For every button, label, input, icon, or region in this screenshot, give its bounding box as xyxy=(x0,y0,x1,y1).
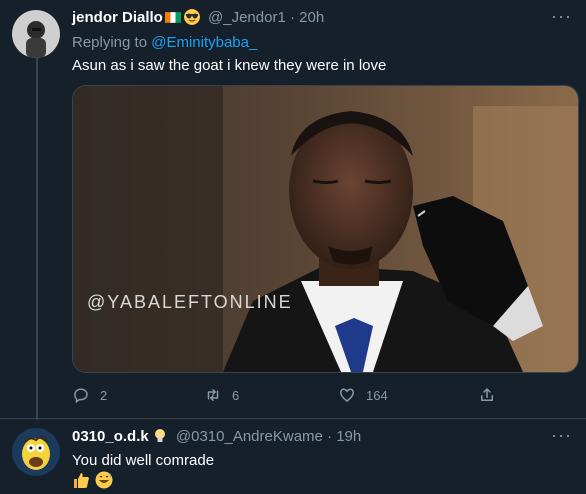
reply-icon xyxy=(74,388,88,404)
thumbs-up-emoji-icon xyxy=(74,473,89,488)
display-name[interactable]: jendor Diallo xyxy=(72,9,163,26)
replying-prefix: Replying to xyxy=(72,34,148,51)
tweet-jendor[interactable]: jendor Diallo @_Jendor1 · 20h ··· Replyi… xyxy=(0,0,586,418)
replying-handle-link[interactable]: @Eminitybaba_ xyxy=(151,34,257,51)
retweet-count: 6 xyxy=(232,387,240,403)
reply-button[interactable]: 2 xyxy=(72,381,107,409)
replying-to: Replying to @Eminitybaba_ xyxy=(72,34,257,51)
heart-icon xyxy=(340,388,354,402)
separator: · xyxy=(289,9,295,26)
tweet-actions: 2 6 164 xyxy=(72,381,512,409)
like-button[interactable]: 164 xyxy=(338,381,388,409)
retweet-icon xyxy=(207,389,219,401)
tweet-media-image[interactable]: @YABALEFTONLINE xyxy=(72,85,579,373)
ivory-coast-flag-icon xyxy=(164,12,181,23)
more-options-button[interactable]: ··· xyxy=(551,425,572,446)
handle[interactable]: @_Jendor1 xyxy=(208,9,286,26)
sunglasses-emoji-icon xyxy=(183,9,200,25)
retweet-button[interactable]: 6 xyxy=(204,381,239,409)
avatar-jendor[interactable] xyxy=(12,10,60,58)
tweet-text: Asun as i saw the goat i knew they were … xyxy=(72,57,387,74)
grinning-sweat-emoji-icon xyxy=(95,471,113,489)
display-name[interactable]: 0310_o.d.k xyxy=(72,428,149,445)
tweet-header: 0310_o.d.k @0310_AndreKwame · 19h xyxy=(72,428,361,445)
lightbulb-emoji-icon xyxy=(154,429,165,442)
reply-count: 2 xyxy=(100,387,108,403)
more-options-button[interactable]: ··· xyxy=(551,6,572,27)
separator: · xyxy=(327,428,333,445)
tweet-0310[interactable]: 0310_o.d.k @0310_AndreKwame · 19h ··· Yo… xyxy=(0,419,586,494)
like-count: 164 xyxy=(366,387,388,403)
handle[interactable]: @0310_AndreKwame xyxy=(176,428,323,445)
share-icon xyxy=(481,388,493,401)
timestamp[interactable]: 20h xyxy=(299,9,324,26)
media-watermark: @YABALEFTONLINE xyxy=(87,292,293,312)
tweet-emojis xyxy=(72,471,113,489)
avatar-0310[interactable] xyxy=(12,428,60,476)
tweet-text: You did well comrade xyxy=(72,452,215,469)
timestamp[interactable]: 19h xyxy=(336,428,361,445)
media-photo: @YABALEFTONLINE xyxy=(73,86,578,372)
tweet-header: jendor Diallo @_Jendor1 · 20h xyxy=(72,9,324,26)
share-button[interactable] xyxy=(478,381,496,409)
